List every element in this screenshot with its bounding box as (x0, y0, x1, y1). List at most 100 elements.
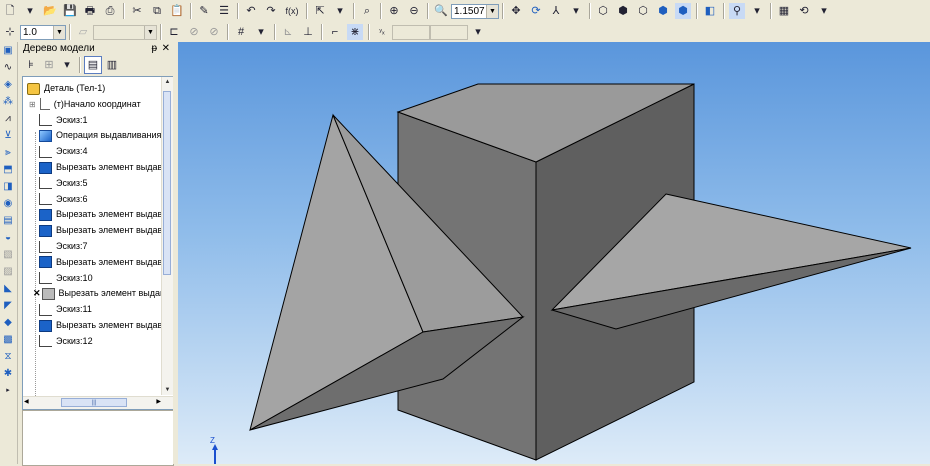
zoom-out-icon[interactable]: ⊖ (406, 3, 422, 19)
horizontal-scrollbar[interactable]: ◀ ||| ▶ (23, 396, 173, 409)
x-coordinate-field[interactable] (392, 24, 430, 40)
tree-structure-icon[interactable]: ⊧ (23, 57, 39, 73)
tree-item[interactable]: Вырезать элемент выдавливания (23, 159, 173, 175)
mirror-icon[interactable]: ⧖ (1, 350, 15, 364)
copy-icon[interactable]: ⧉ (149, 3, 165, 19)
show-properties-icon[interactable]: ▥ (104, 57, 120, 73)
shells-icon[interactable]: ◨ (1, 180, 15, 194)
shell-icon[interactable]: ▩ (1, 333, 15, 347)
scroll-thumb[interactable]: ||| (61, 398, 127, 407)
tree-item[interactable]: Вырезать элемент выдавливания (23, 222, 173, 238)
tree-item[interactable]: ⊞ (т)Начало координат (23, 96, 166, 112)
pin-icon[interactable]: ᵽ (151, 42, 157, 56)
dropdown-arrow-icon[interactable]: ▾ (332, 3, 348, 19)
halftone-icon[interactable]: ⬢ (655, 3, 671, 19)
zoom-window-icon[interactable]: ⌕ (359, 3, 375, 19)
redo-icon[interactable]: ↷ (263, 3, 279, 19)
tree-item[interactable]: Эскиз:5 (23, 175, 173, 191)
tree-item[interactable]: Эскиз:1 (23, 112, 173, 128)
dropdown-arrow-icon[interactable]: ▾ (816, 3, 832, 19)
chevron-down-icon[interactable]: ▼ (486, 4, 498, 18)
diagnostics-icon[interactable]: ⫸ (1, 146, 15, 160)
cut-icon[interactable]: ✂ (129, 3, 145, 19)
print-preview-icon[interactable]: 🖶 (82, 3, 98, 19)
chevron-down-icon[interactable]: ▼ (53, 25, 65, 39)
layer-combo[interactable]: ▼ (93, 24, 157, 40)
show-tree-icon[interactable]: ▤ (84, 56, 102, 74)
edit-part-icon[interactable]: ▣ (1, 44, 15, 58)
round-icon[interactable]: ⌐ (327, 24, 343, 40)
halftone-edges-icon[interactable]: ⬢ (675, 3, 691, 19)
link-icon[interactable]: ⊘ (206, 24, 222, 40)
scroll-left-icon[interactable]: ◀ (24, 398, 29, 405)
tree-item[interactable]: Эскиз:12 (23, 333, 173, 349)
snap-icon[interactable]: ⊘ (186, 24, 202, 40)
scale-combo[interactable]: 1.1507 ▼ (451, 3, 499, 19)
paste-icon[interactable]: 📋 (169, 3, 185, 19)
loft-icon[interactable]: ▨ (1, 265, 15, 279)
rib-icon[interactable]: ◆ (1, 316, 15, 330)
tree-item[interactable]: Эскиз:11 (23, 301, 173, 317)
dropdown-arrow-icon[interactable]: ▾ (470, 24, 486, 40)
sheet-metal-icon[interactable]: ⬒ (1, 163, 15, 177)
chevron-down-icon[interactable]: ▼ (144, 25, 156, 39)
refresh-icon[interactable]: ⟲ (796, 3, 812, 19)
print-icon[interactable]: ⎙ (102, 3, 118, 19)
dropdown-arrow-icon[interactable]: ▾ (568, 3, 584, 19)
kinematic-icon[interactable]: ▧ (1, 248, 15, 262)
ortho-icon[interactable]: ⊥ (300, 24, 316, 40)
properties-icon[interactable]: ✎ (196, 3, 212, 19)
open-file-icon[interactable]: 📂 (42, 3, 58, 19)
rotate-icon[interactable]: ⟳ (528, 3, 544, 19)
help-pointer-icon[interactable]: ⇱ (312, 3, 328, 19)
model-viewport[interactable]: Z (178, 42, 930, 464)
rotate-op-icon[interactable]: ◒ (1, 231, 15, 245)
pan-icon[interactable]: ✥ (508, 3, 524, 19)
tree-item[interactable]: Вырезать элемент выдавливания (23, 206, 173, 222)
attribute-icon[interactable]: ✱ (1, 367, 15, 381)
zoom-scale-icon[interactable]: 🔍 (433, 3, 449, 19)
scroll-down-icon[interactable]: ▼ (163, 385, 172, 395)
undo-icon[interactable]: ↶ (243, 3, 259, 19)
aux-geometry-icon[interactable]: ⩘ (1, 112, 15, 126)
scroll-up-icon[interactable]: ▲ (163, 77, 172, 87)
expand-arrow-icon[interactable]: ▸ (1, 384, 15, 398)
arrays-icon[interactable]: ⁂ (1, 95, 15, 109)
line-weight-combo[interactable]: 1.0 ▼ (20, 24, 66, 40)
close-icon[interactable]: ✕ (162, 42, 170, 56)
tree-item[interactable]: Деталь (Тел-1) (23, 80, 164, 96)
y-coordinate-field[interactable] (430, 24, 468, 40)
layer-icon[interactable]: ▱ (75, 24, 91, 40)
expand-icon[interactable]: ⊞ (29, 100, 36, 109)
tree-item[interactable]: ✕ Вырезать элемент выдавливания (23, 285, 173, 301)
chamfer-icon[interactable]: ◤ (1, 299, 15, 313)
hidden-lines-icon[interactable]: ⬢ (615, 3, 631, 19)
hidden-thin-icon[interactable]: ⬡ (635, 3, 651, 19)
filter-icon[interactable]: ⚲ (729, 3, 745, 19)
local-cs-icon[interactable]: ⊾ (280, 24, 296, 40)
zoom-in-icon[interactable]: ⊕ (386, 3, 402, 19)
dropdown-arrow-icon[interactable]: ▾ (749, 3, 765, 19)
manager-icon[interactable]: ▦ (776, 3, 792, 19)
fillet-icon[interactable]: ◣ (1, 282, 15, 296)
wireframe-icon[interactable]: ⬡ (595, 3, 611, 19)
tree-view-icon[interactable]: ⊞ (41, 57, 57, 73)
catalog-icon[interactable]: ◉ (1, 197, 15, 211)
sketch-mode-icon[interactable]: ⊏ (166, 24, 182, 40)
dropdown-arrow-icon[interactable]: ▾ (22, 3, 38, 19)
vertical-scrollbar[interactable]: ▲ ▼ (161, 77, 173, 395)
new-file-icon[interactable]: 🗋 (2, 3, 18, 19)
surfaces-icon[interactable]: ◈ (1, 78, 15, 92)
fx-button[interactable]: f(x) (283, 3, 301, 19)
list-icon[interactable]: ☰ (216, 3, 232, 19)
tree-item[interactable]: Вырезать элемент выдавливания (23, 254, 173, 270)
save-icon[interactable]: 💾 (62, 3, 78, 19)
coordinate-system-icon[interactable]: ⊹ (2, 24, 18, 40)
measure-icon[interactable]: ⊻ (1, 129, 15, 143)
snap-toggle-icon[interactable]: ⋇ (347, 24, 363, 40)
tree-item[interactable]: Эскиз:7 (23, 238, 173, 254)
tree-item[interactable]: Эскиз:4 (23, 143, 173, 159)
sketch-tools-icon[interactable]: ▤ (1, 214, 15, 228)
spatial-curves-icon[interactable]: ∿ (1, 61, 15, 75)
scroll-thumb[interactable] (163, 91, 171, 275)
